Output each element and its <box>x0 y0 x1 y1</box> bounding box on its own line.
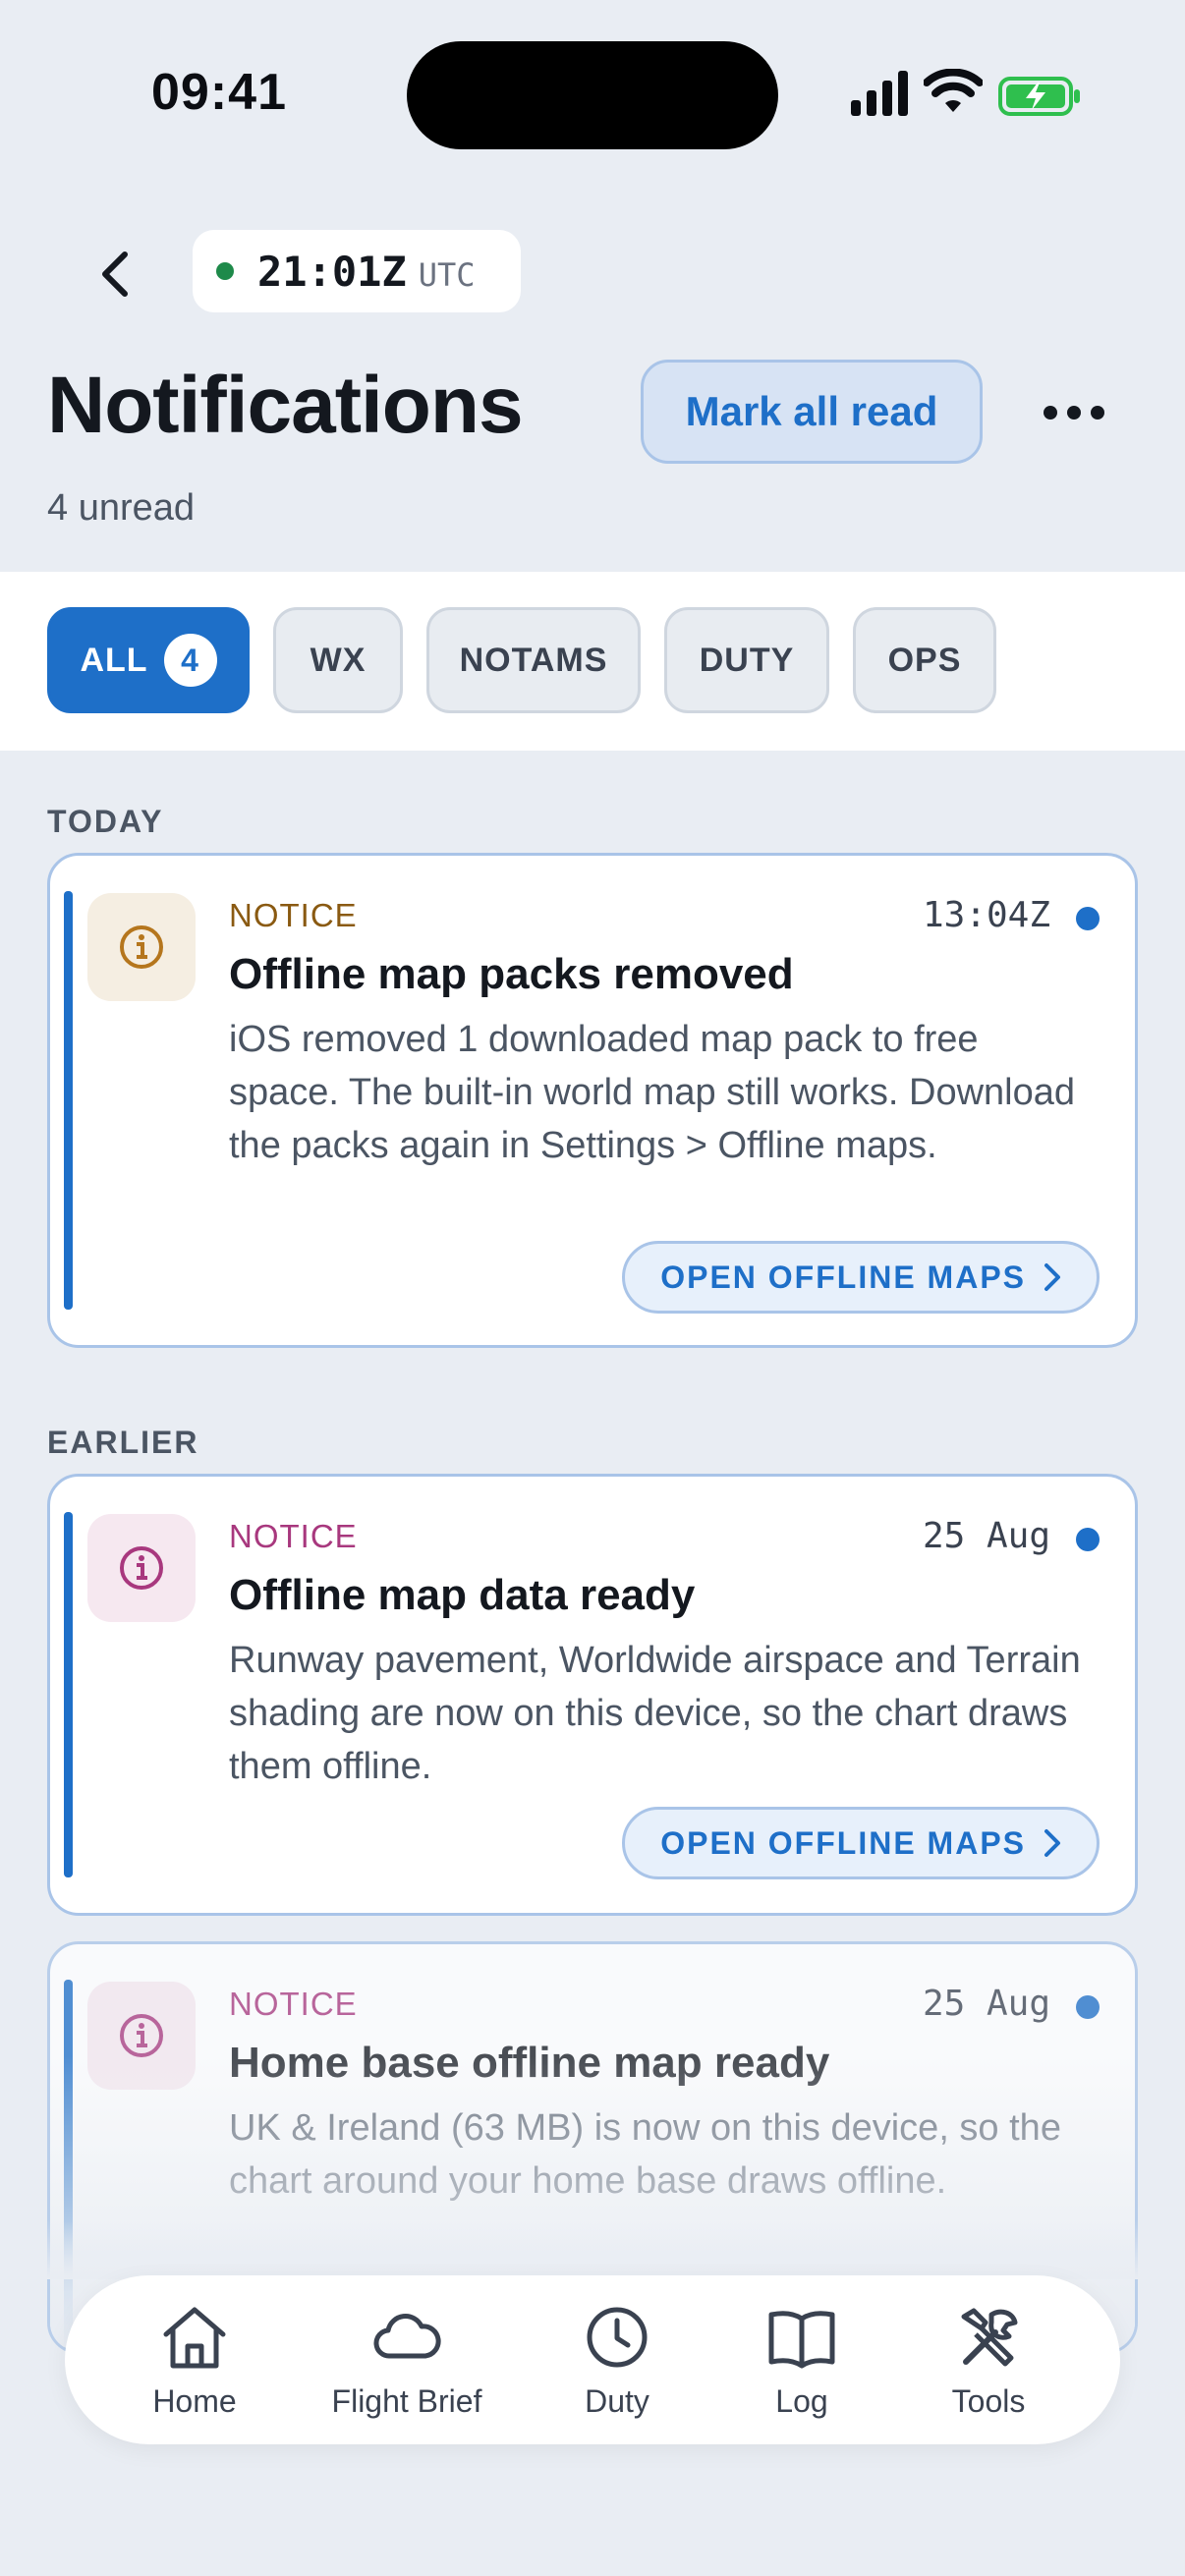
notification-body: Runway pavement, Worldwide airspace and … <box>229 1640 1081 1787</box>
page-title: Notifications <box>47 361 524 450</box>
more-dot-icon <box>1044 406 1057 420</box>
status-time: 09:41 <box>151 64 287 121</box>
wifi-icon <box>924 69 983 112</box>
scroll-fade-overlay <box>0 2220 1185 2279</box>
chevron-right-icon <box>1044 1829 1060 1857</box>
action-label: OPEN OFFLINE MAPS <box>660 1259 1026 1295</box>
battery-icon <box>998 77 1080 116</box>
notification-title: Home base offline map ready <box>229 2039 830 2087</box>
notification-icon-tile <box>87 1514 196 1622</box>
filter-chip-label: ALL <box>80 641 148 679</box>
tab-log[interactable]: Log <box>704 2301 900 2429</box>
notification-title: Offline map data ready <box>229 1571 696 1619</box>
unread-indicator-bar <box>64 1980 73 2351</box>
notification-kind: NOTICE <box>229 897 358 933</box>
notification-icon-tile <box>87 893 196 1001</box>
utc-label: UTC <box>418 256 476 294</box>
tab-label: Duty <box>585 2383 649 2419</box>
unread-count: 4 unread <box>47 487 196 529</box>
tab-duty[interactable]: Duty <box>519 2301 715 2429</box>
status-bar: 09:41 <box>0 0 1185 187</box>
tab-flight-brief[interactable]: Flight Brief <box>309 2301 505 2429</box>
notification-icon-tile <box>87 1982 196 2090</box>
open-offline-maps-button[interactable]: OPEN OFFLINE MAPS <box>622 1807 1100 1879</box>
signal-icon <box>851 71 908 116</box>
notification-time: 25 Aug <box>922 1516 1050 1556</box>
action-label: OPEN OFFLINE MAPS <box>660 1824 1026 1861</box>
filter-chip-all[interactable]: ALL 4 <box>47 607 250 713</box>
clock-icon <box>587 2307 648 2368</box>
utc-time: 21:01Z <box>257 247 407 296</box>
filter-chip-ops[interactable]: OPS <box>853 607 996 713</box>
dynamic-island <box>407 41 778 149</box>
more-dot-icon <box>1091 406 1104 420</box>
home-icon <box>163 2307 226 2369</box>
back-button[interactable] <box>81 240 149 308</box>
utc-status-dot <box>216 262 234 280</box>
filter-chip-duty[interactable]: DUTY <box>664 607 829 713</box>
info-icon <box>120 1546 163 1590</box>
notification-time: 13:04Z <box>922 895 1050 935</box>
tab-label: Tools <box>951 2383 1026 2419</box>
notification-card[interactable]: NOTICE 13:04Z Offline map packs removed … <box>47 853 1138 1348</box>
unread-indicator-bar <box>64 891 73 1310</box>
tab-label: Home <box>152 2383 237 2419</box>
more-options-button[interactable] <box>1030 381 1118 444</box>
notification-time: 25 Aug <box>922 1984 1050 2024</box>
tab-bar: Home Flight Brief Duty Log Tools <box>65 2275 1120 2444</box>
tab-tools[interactable]: Tools <box>890 2301 1087 2429</box>
filter-chip-notams[interactable]: NOTAMS <box>426 607 641 713</box>
chevron-left-icon <box>102 252 128 297</box>
tools-icon <box>961 2308 1018 2367</box>
filter-chip-wx[interactable]: WX <box>273 607 403 713</box>
mark-all-read-button[interactable]: Mark all read <box>641 360 983 464</box>
info-icon <box>120 925 163 969</box>
unread-dot <box>1076 1995 1100 2019</box>
cloud-icon <box>373 2314 441 2359</box>
chevron-right-icon <box>1044 1263 1060 1291</box>
notification-kind: NOTICE <box>229 1986 358 2022</box>
tab-home[interactable]: Home <box>96 2301 293 2429</box>
section-label-earlier: EARLIER <box>47 1425 199 1460</box>
info-icon <box>120 2014 163 2057</box>
filter-chip-count: 4 <box>163 634 217 687</box>
more-dot-icon <box>1067 406 1081 420</box>
section-label-today: TODAY <box>47 804 164 839</box>
tab-label: Log <box>775 2383 828 2419</box>
unread-dot <box>1076 907 1100 930</box>
unread-dot <box>1076 1528 1100 1551</box>
notification-kind: NOTICE <box>229 1518 358 1554</box>
book-icon <box>768 2311 835 2369</box>
notification-body: iOS removed 1 downloaded map pack to fre… <box>229 1019 1075 1166</box>
notification-title: Offline map packs removed <box>229 950 794 998</box>
notification-card[interactable]: NOTICE 25 Aug Offline map data ready Run… <box>47 1474 1138 1916</box>
utc-clock: 21:01Z UTC <box>193 230 521 312</box>
notification-body: UK & Ireland (63 MB) is now on this devi… <box>229 2107 1061 2202</box>
open-offline-maps-button[interactable]: OPEN OFFLINE MAPS <box>622 1241 1100 1314</box>
tab-label: Flight Brief <box>331 2383 482 2419</box>
unread-indicator-bar <box>64 1512 73 1877</box>
